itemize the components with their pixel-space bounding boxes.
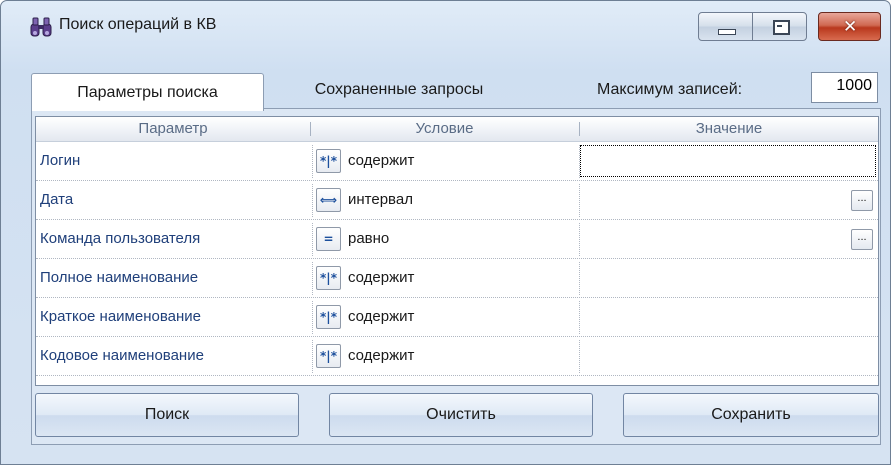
- condition-text: интервал: [348, 191, 413, 208]
- contains-icon[interactable]: *|*: [316, 266, 341, 290]
- value-cell[interactable]: [580, 301, 876, 333]
- condition-cell[interactable]: *|* содержит: [312, 340, 580, 373]
- condition-cell[interactable]: *|* содержит: [312, 262, 580, 295]
- search-operations-window: Поиск операций в КВ ✕ Параметры поиска С…: [0, 0, 891, 465]
- search-parameters-grid: Параметр Условие Значение Логин *|* соде…: [35, 116, 879, 386]
- value-cell[interactable]: ...: [580, 223, 876, 255]
- save-button[interactable]: Сохранить: [623, 393, 879, 437]
- condition-cell[interactable]: = равно: [312, 223, 580, 256]
- condition-text: равно: [348, 230, 390, 247]
- binoculars-icon: [30, 17, 52, 37]
- max-records-input[interactable]: [811, 72, 878, 103]
- condition-text: содержит: [348, 152, 415, 169]
- maximize-icon: [773, 20, 790, 35]
- value-cell[interactable]: ...: [580, 184, 876, 216]
- grid-header: Параметр Условие Значение: [36, 117, 878, 142]
- table-row[interactable]: Логин *|* содержит: [36, 142, 878, 181]
- column-header-value[interactable]: Значение: [579, 117, 878, 141]
- minimize-icon: [718, 29, 736, 35]
- max-records-label: Максимум записей:: [597, 81, 743, 98]
- parameter-cell: Полное наименование: [40, 269, 199, 286]
- table-row[interactable]: Кодовое наименование *|* содержит: [36, 337, 878, 376]
- table-row[interactable]: Дата ⟺ интервал ...: [36, 181, 878, 220]
- close-button[interactable]: ✕: [818, 12, 881, 41]
- condition-cell[interactable]: *|* содержит: [312, 301, 580, 334]
- tab-saved-queries[interactable]: Сохраненные запросы: [269, 73, 529, 109]
- search-button[interactable]: Поиск: [35, 393, 299, 437]
- column-header-condition[interactable]: Условие: [310, 117, 579, 141]
- close-icon: ✕: [843, 17, 858, 37]
- value-cell[interactable]: [580, 262, 876, 294]
- parameter-cell: Кодовое наименование: [40, 347, 204, 364]
- clear-button[interactable]: Очистить: [329, 393, 593, 437]
- condition-cell[interactable]: *|* содержит: [312, 145, 580, 178]
- minimize-button[interactable]: [698, 12, 753, 41]
- condition-text: содержит: [348, 269, 415, 286]
- table-row[interactable]: Команда пользователя = равно ...: [36, 220, 878, 259]
- tab-search-parameters[interactable]: Параметры поиска: [31, 73, 264, 111]
- contains-icon[interactable]: *|*: [316, 305, 341, 329]
- table-row[interactable]: Полное наименование *|* содержит: [36, 259, 878, 298]
- title-bar[interactable]: Поиск операций в КВ ✕: [1, 1, 890, 57]
- condition-text: содержит: [348, 308, 415, 325]
- table-row[interactable]: Краткое наименование *|* содержит: [36, 298, 878, 337]
- equals-icon[interactable]: =: [316, 227, 341, 251]
- contains-icon[interactable]: *|*: [316, 149, 341, 173]
- column-header-parameter[interactable]: Параметр: [36, 117, 310, 141]
- value-cell[interactable]: [580, 145, 876, 177]
- value-cell[interactable]: [580, 340, 876, 372]
- parameter-cell: Логин: [40, 152, 81, 169]
- ellipsis-button[interactable]: ...: [851, 190, 873, 211]
- interval-icon[interactable]: ⟺: [316, 188, 341, 212]
- parameter-cell: Дата: [40, 191, 74, 208]
- parameter-cell: Краткое наименование: [40, 308, 201, 325]
- window-title: Поиск операций в КВ: [59, 16, 217, 33]
- maximize-button[interactable]: [752, 12, 807, 41]
- parameter-cell: Команда пользователя: [40, 230, 201, 247]
- condition-cell[interactable]: ⟺ интервал: [312, 184, 580, 217]
- contains-icon[interactable]: *|*: [316, 344, 341, 368]
- condition-text: содержит: [348, 347, 415, 364]
- ellipsis-button[interactable]: ...: [851, 229, 873, 250]
